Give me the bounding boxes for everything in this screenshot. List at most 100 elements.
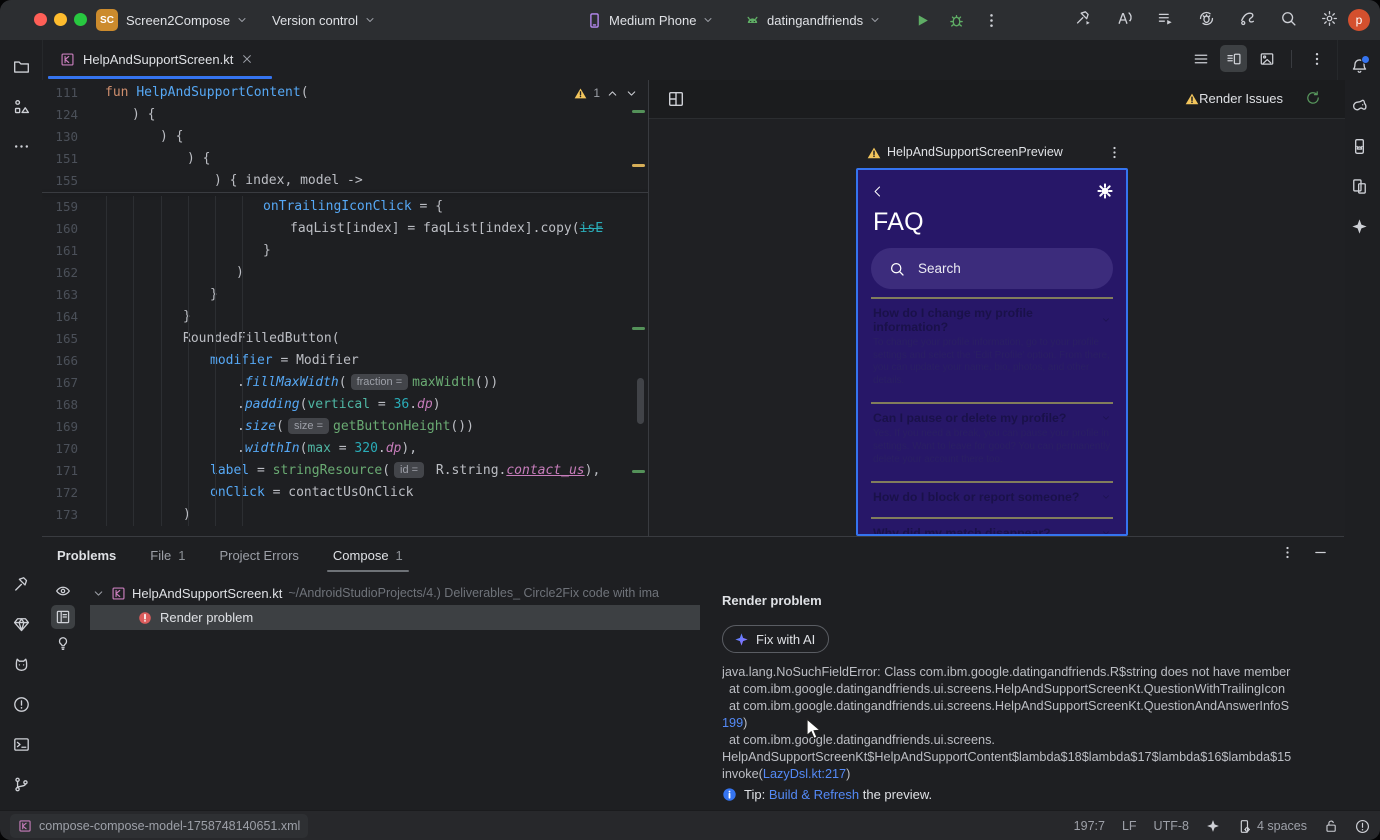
- line-number[interactable]: 124: [42, 104, 78, 126]
- code-text[interactable]: ) { index, model ->: [214, 170, 363, 192]
- design-view-button[interactable]: [1253, 45, 1280, 72]
- stripe-device-manager[interactable]: [1345, 132, 1373, 160]
- code-text[interactable]: ) {: [132, 104, 155, 126]
- render-problem-row[interactable]: Render problem: [90, 605, 700, 630]
- tab-problems[interactable]: Problems: [57, 537, 116, 573]
- stripe-more-horizontal[interactable]: [7, 132, 35, 160]
- code-text[interactable]: .padding(vertical = 36.dp): [237, 394, 441, 416]
- status-file[interactable]: compose-compose-model-1758748140651.xml: [10, 814, 309, 838]
- line-number[interactable]: 155: [42, 170, 78, 192]
- expand-node-icon[interactable]: [92, 587, 105, 600]
- line-number[interactable]: 168: [42, 394, 78, 416]
- line-number[interactable]: 165: [42, 328, 78, 350]
- split-view-button[interactable]: [1220, 45, 1247, 72]
- zoom-window-button[interactable]: [74, 13, 87, 26]
- ide-errors-icon[interactable]: [1355, 819, 1370, 834]
- line-number[interactable]: 166: [42, 350, 78, 372]
- stripe-folder[interactable]: [7, 52, 35, 80]
- stripe-git-branch[interactable]: [7, 770, 35, 798]
- code-text[interactable]: label = stringResource(id = R.string.con…: [210, 460, 600, 482]
- code-text[interactable]: onTrailingIconClick = {: [263, 196, 443, 218]
- close-tab-icon[interactable]: [241, 53, 253, 65]
- code-review-button[interactable]: [1239, 10, 1256, 30]
- line-number[interactable]: 162: [42, 262, 78, 284]
- code-text[interactable]: modifier = Modifier: [210, 350, 359, 372]
- code-text[interactable]: RoundedFilledButton(: [183, 328, 340, 350]
- line-number[interactable]: 169: [42, 416, 78, 438]
- stripe-terminal[interactable]: [7, 730, 35, 758]
- line-ending[interactable]: LF: [1122, 819, 1137, 833]
- trace-link[interactable]: LazyDsl.kt:217: [763, 767, 846, 781]
- line-number[interactable]: 173: [42, 504, 78, 526]
- more-run-actions-button[interactable]: [983, 0, 1000, 40]
- file-encoding[interactable]: UTF-8: [1154, 819, 1189, 833]
- stripe-gradle-elephant[interactable]: [1345, 92, 1373, 120]
- code-line-124[interactable]: 124 ) {: [42, 104, 648, 126]
- inspection-widget[interactable]: 1: [574, 86, 638, 100]
- prev-issue-icon[interactable]: [606, 87, 619, 100]
- code-line-151[interactable]: 151 ) {: [42, 148, 648, 170]
- task-list-button[interactable]: [1157, 10, 1174, 30]
- code-text[interactable]: .fillMaxWidth(fraction = maxWidth()): [237, 372, 498, 394]
- vcs-menu[interactable]: Version control: [272, 0, 376, 40]
- code-editor[interactable]: 111 fun HelpAndSupportContent( 124 ) { 130 ) …: [42, 80, 648, 536]
- minimize-window-button[interactable]: [54, 13, 67, 26]
- run-configuration-selector[interactable]: datingandfriends: [744, 0, 881, 40]
- tab-helpandsupportscreen[interactable]: HelpAndSupportScreen.kt: [48, 40, 265, 78]
- line-number[interactable]: 160: [42, 218, 78, 240]
- code-line-111[interactable]: 111 fun HelpAndSupportContent(: [42, 82, 648, 104]
- tab-compose[interactable]: Compose 1: [326, 537, 409, 573]
- editor-options-button[interactable]: [1303, 45, 1330, 72]
- code-line-130[interactable]: 130 ) {: [42, 126, 648, 148]
- code-view-button[interactable]: [1187, 45, 1214, 72]
- line-number[interactable]: 164: [42, 306, 78, 328]
- close-window-button[interactable]: [34, 13, 47, 26]
- code-line-155[interactable]: 155 ) { index, model ->: [42, 170, 648, 192]
- line-number[interactable]: 130: [42, 126, 78, 148]
- stripe-app-quality-gem[interactable]: [7, 610, 35, 638]
- build-hammer-button[interactable]: [1075, 10, 1092, 30]
- stripe-gemini-sparkle[interactable]: [1345, 212, 1373, 240]
- code-text[interactable]: }: [263, 240, 271, 262]
- line-number[interactable]: 172: [42, 482, 78, 504]
- lock-open-icon[interactable]: [1324, 819, 1338, 833]
- refresh-preview-icon[interactable]: [1305, 90, 1321, 106]
- tab-project-errors[interactable]: Project Errors: [219, 537, 298, 573]
- fix-with-ai-button[interactable]: Fix with AI: [722, 625, 830, 653]
- stripe-logcat-cat[interactable]: [7, 650, 35, 678]
- preview-layout-icon[interactable]: [667, 90, 685, 108]
- code-text[interactable]: ) {: [160, 126, 183, 148]
- line-number[interactable]: 151: [42, 148, 78, 170]
- tab-file[interactable]: File 1: [150, 537, 185, 573]
- line-number[interactable]: 167: [42, 372, 78, 394]
- caret-position[interactable]: 197:7: [1074, 819, 1105, 833]
- code-text[interactable]: }: [183, 306, 191, 328]
- code-text[interactable]: ) {: [187, 148, 210, 170]
- preview-menu-icon[interactable]: [1107, 145, 1122, 160]
- render-issues-label[interactable]: Render Issues: [1199, 91, 1283, 106]
- line-number[interactable]: 111: [42, 82, 78, 104]
- code-text[interactable]: .size(size = getButtonHeight()): [237, 416, 474, 438]
- editor-scrollbar[interactable]: [637, 378, 644, 424]
- preview-name[interactable]: HelpAndSupportScreenPreview: [887, 145, 1063, 159]
- code-text[interactable]: onClick = contactUsOnClick: [210, 482, 414, 504]
- quick-fix-button[interactable]: [51, 631, 75, 655]
- code-text[interactable]: fun HelpAndSupportContent(: [105, 82, 309, 104]
- line-number[interactable]: 161: [42, 240, 78, 262]
- settings-gear-button[interactable]: [1321, 10, 1338, 30]
- stripe-bell[interactable]: [1345, 52, 1373, 80]
- line-number[interactable]: 171: [42, 460, 78, 482]
- file-tree-node[interactable]: HelpAndSupportScreen.kt ~/AndroidStudioP…: [92, 581, 708, 605]
- stripe-problems-alert[interactable]: [7, 690, 35, 718]
- line-number[interactable]: 163: [42, 284, 78, 306]
- line-number[interactable]: 170: [42, 438, 78, 460]
- stripe-hammer[interactable]: [7, 570, 35, 598]
- code-text[interactable]: }: [210, 284, 218, 306]
- view-options-button[interactable]: [51, 579, 75, 603]
- profiler-button[interactable]: [1198, 10, 1215, 30]
- user-avatar[interactable]: p: [1348, 9, 1370, 31]
- code-text[interactable]: .widthIn(max = 320.dp),: [237, 438, 417, 460]
- debug-button[interactable]: [948, 0, 965, 40]
- stripe-running-devices[interactable]: [1345, 172, 1373, 200]
- project-menu[interactable]: Screen2Compose: [126, 0, 248, 40]
